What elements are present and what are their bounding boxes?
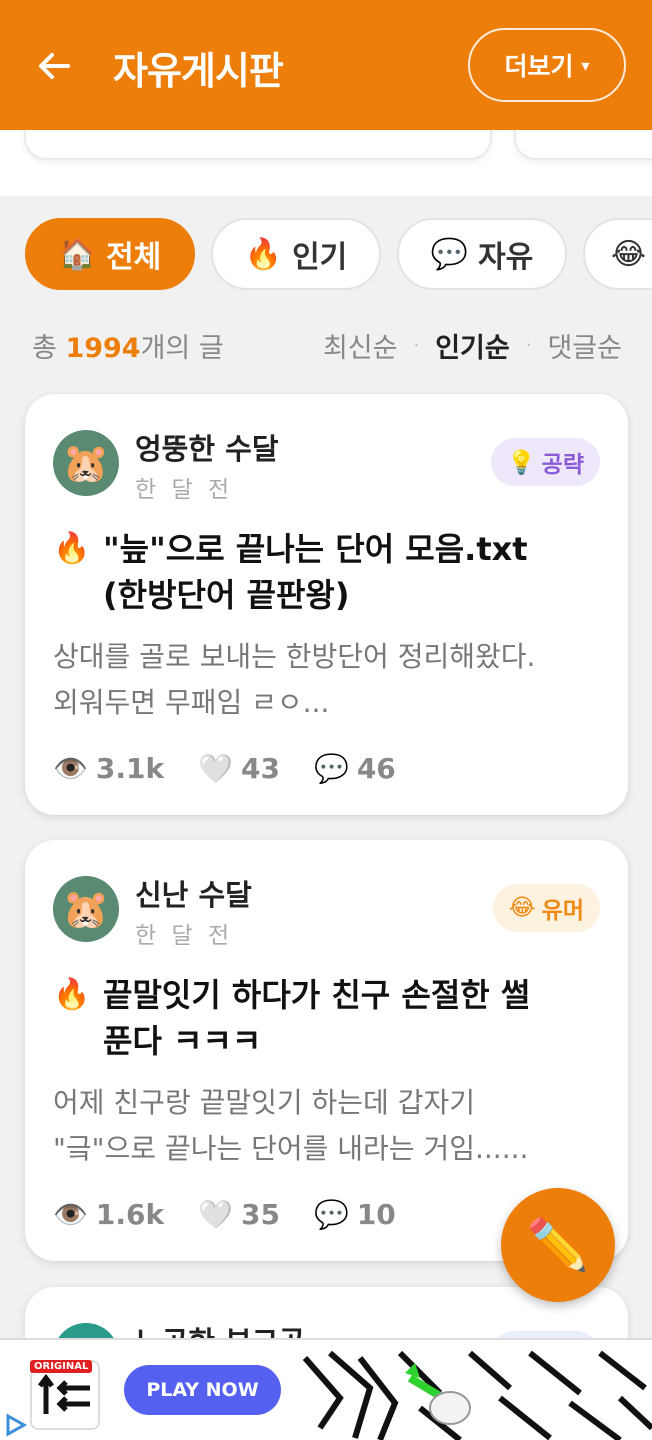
category-tag: 😂 유머 [492,884,600,932]
pencil-icon: ✏️ [526,1215,590,1274]
comment-count-value: 10 [356,1197,396,1231]
chip-label: 전체 [106,240,162,275]
excerpt-line: 상대를 골로 보내는 한방단어 정리해왔다. [53,640,536,673]
category-tag: 💡 공략 [491,438,600,486]
separator: · [525,335,532,356]
category-chips: 🏠 전체 🔥 인기 💬 자유 😂 [0,218,652,292]
speech-bubble-icon: 💬 [430,236,469,272]
post-count-number: 1994 [65,333,141,364]
post-title-line: 끝말잇기 하다가 친구 손절한 썰 [103,976,531,1014]
chip-free[interactable]: 💬 자유 [397,218,567,290]
play-now-button[interactable]: PLAY NOW [124,1365,281,1415]
chip-label: 자유 [478,240,534,275]
maze-image [300,1348,652,1440]
featured-strip [0,130,652,196]
fire-icon: 🔥 [53,977,91,1012]
sort-popular[interactable]: 인기순 [435,326,510,365]
post-title: 🔥 끝말잇기 하다가 친구 손절한 썰 푼다 ㅋㅋㅋ [53,972,601,1064]
arrows-icon [38,1373,90,1414]
post-time: 한 달 전 [135,923,234,949]
post-time: 한 달 전 [135,477,234,503]
post-title-line: (한방단어 끝판왕) [103,576,350,614]
excerpt-line: 어제 친구랑 끝말잇기 하는데 갑자기 [53,1086,476,1119]
chip-humor[interactable]: 😂 [583,218,652,290]
like-count-value: 35 [240,1197,280,1231]
ad-banner[interactable]: ORIGINAL PLAY NOW [0,1338,652,1440]
author-name: 신난 수달 [135,878,252,912]
speech-bubble-icon: 💬 [313,1197,349,1231]
arrow-left-icon [39,53,70,79]
author-name: 엉뚱한 수달 [135,432,279,466]
fire-icon: 🔥 [244,236,283,272]
sort-options: 최신순 · 인기순 · 댓글순 [323,326,622,365]
post-stats: 👁️ 3.1k 🤍 43 💬 46 [53,748,430,788]
avatar: 🐹 [53,430,119,496]
fire-icon: 🔥 [53,531,91,566]
eye-icon: 👁️ [53,1197,88,1231]
chevron-down-icon: ▾ [581,55,590,75]
more-button[interactable]: 더보기 ▾ [468,28,626,102]
post-title-line: 푼다 ㅋㅋㅋ [103,1022,262,1060]
sort-comments[interactable]: 댓글순 [547,326,622,365]
separator: · [413,335,420,356]
like-count[interactable]: 🤍 35 [198,1198,280,1231]
chip-all[interactable]: 🏠 전체 [25,218,195,290]
view-count: 👁️ 1.6k [53,1198,164,1231]
eye-icon: 👁️ [53,751,88,785]
featured-card[interactable] [24,130,492,160]
heart-icon: 🤍 [198,751,233,785]
comment-count: 💬 46 [314,752,396,785]
post-card[interactable]: 🐹 엉뚱한 수달 한 달 전 💡 공략 🔥 "늪"으로 끝나는 단어 모음.tx… [25,394,628,815]
like-count[interactable]: 🤍 43 [198,752,280,785]
speech-bubble-icon: 💬 [313,751,349,785]
write-post-button[interactable]: ✏️ [501,1188,615,1302]
view-count-value: 1.6k [95,1197,165,1231]
chip-label: 인기 [292,240,348,275]
laughing-face-icon: 😂 [508,895,536,921]
app-header: 자유게시판 더보기 ▾ [0,0,652,130]
post-excerpt: 상대를 골로 보내는 한방단어 정리해왔다. 외워두면 무패임 ㄹㅇ... [53,634,601,726]
chip-popular[interactable]: 🔥 인기 [211,218,381,290]
excerpt-line: "긐"으로 끝나는 단어를 내라는 거임...... [53,1132,529,1165]
post-count-prefix: 총 [32,333,66,364]
hamster-icon: 🐹 [62,886,110,931]
avatar: 🐹 [53,876,119,942]
more-button-label: 더보기 [504,52,574,81]
post-stats: 👁️ 1.6k 🤍 35 💬 10 [53,1194,430,1234]
list-summary: 총 1994개의 글 최신순 · 인기순 · 댓글순 [32,326,622,366]
lightbulb-icon: 💡 [507,449,536,476]
tag-label: 공략 [541,452,584,478]
sort-latest[interactable]: 최신순 [323,326,398,365]
tag-label: 유머 [541,898,584,924]
view-count: 👁️ 3.1k [53,752,164,785]
post-title: 🔥 "늪"으로 끝나는 단어 모음.txt (한방단어 끝판왕) [53,526,601,618]
featured-card[interactable] [514,130,652,160]
back-button[interactable] [30,42,78,90]
post-count: 총 1994개의 글 [32,326,224,365]
post-excerpt: 어제 친구랑 끝말잇기 하는데 갑자기 "긐"으로 끝나는 단어를 내라는 거임… [53,1080,601,1172]
hamster-icon: 🐹 [62,440,110,485]
post-title-line: "늪"으로 끝나는 단어 모음.txt [103,530,528,568]
laughing-face-icon: 😂 [611,236,647,272]
view-count-value: 3.1k [95,751,165,785]
heart-icon: 🤍 [198,1197,233,1231]
like-count-value: 43 [240,751,280,785]
ad-app-icon[interactable]: ORIGINAL [30,1360,100,1430]
comment-count: 💬 10 [314,1198,396,1231]
post-count-suffix: 개의 글 [140,333,224,364]
ad-choices-icon[interactable] [0,1410,30,1440]
comment-count-value: 46 [356,751,396,785]
excerpt-line: 외워두면 무패임 ㄹㅇ... [53,686,330,719]
house-icon: 🏠 [58,236,97,272]
page-title: 자유게시판 [113,49,284,93]
